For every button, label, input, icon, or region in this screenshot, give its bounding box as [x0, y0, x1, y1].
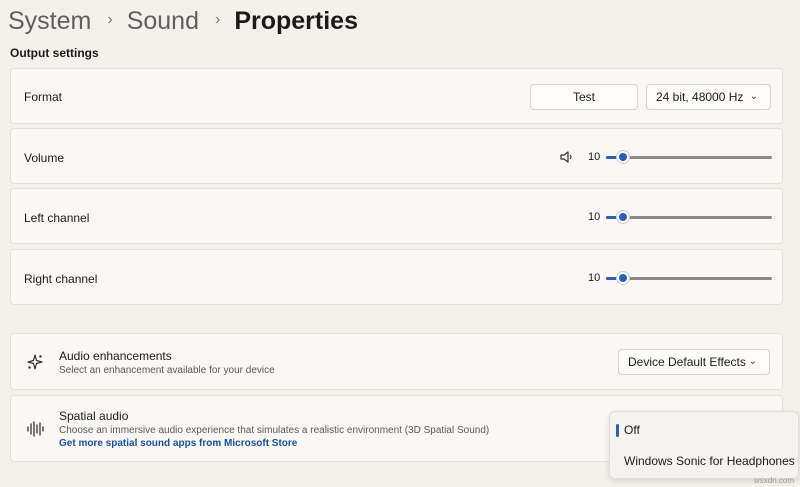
- chevron-right-icon: ›: [107, 11, 113, 28]
- selection-indicator: [616, 424, 619, 437]
- left-channel-slider[interactable]: [606, 210, 772, 224]
- section-title-output-settings: Output settings: [10, 46, 99, 60]
- volume-card: Volume 10: [10, 128, 783, 184]
- audio-enhancements-value: Device Default Effects: [628, 355, 746, 369]
- right-channel-slider-row: 10: [588, 271, 772, 285]
- test-button-label: Test: [572, 90, 595, 104]
- left-channel-card: Left channel 10: [10, 188, 783, 244]
- spatial-option-off-label: Off: [624, 423, 640, 437]
- audio-enhancements-card: Audio enhancements Select an enhancement…: [10, 333, 783, 390]
- spatial-audio-subtitle: Choose an immersive audio experience tha…: [59, 425, 490, 436]
- format-label: Format: [24, 90, 63, 104]
- test-button[interactable]: Test: [530, 84, 638, 110]
- right-channel-card: Right channel 10: [10, 249, 783, 305]
- right-channel-value: 10: [588, 272, 601, 284]
- audio-enhancements-subtitle: Select an enhancement available for your…: [59, 365, 275, 376]
- left-channel-slider-row: 10: [588, 210, 772, 224]
- left-channel-label: Left channel: [24, 211, 90, 225]
- volume-slider-row: 10: [560, 150, 772, 164]
- left-channel-value: 10: [588, 211, 601, 223]
- right-channel-label: Right channel: [24, 272, 98, 286]
- volume-slider[interactable]: [606, 150, 772, 164]
- slider-thumb[interactable]: [617, 151, 629, 163]
- audio-enhancements-title: Audio enhancements: [59, 349, 172, 363]
- format-value: 24 bit, 48000 Hz: [656, 90, 744, 104]
- volume-value: 10: [588, 151, 601, 163]
- spatial-option-off[interactable]: Off: [610, 416, 798, 444]
- page-title: Properties: [234, 6, 358, 35]
- slider-thumb[interactable]: [617, 211, 629, 223]
- sound-wave-icon: [27, 421, 44, 437]
- breadcrumb-sound[interactable]: Sound: [127, 7, 199, 36]
- spatial-audio-title: Spatial audio: [59, 409, 129, 423]
- sparkle-icon: [27, 354, 43, 370]
- chevron-down-icon: ⌄: [748, 356, 757, 367]
- right-channel-slider[interactable]: [606, 271, 772, 285]
- watermark: wsxdn.com: [753, 476, 794, 485]
- chevron-down-icon: ⌄: [749, 91, 758, 102]
- speaker-icon[interactable]: [560, 150, 574, 164]
- format-dropdown[interactable]: 24 bit, 48000 Hz ⌄: [646, 84, 771, 110]
- slider-track: [606, 277, 772, 280]
- microsoft-store-link[interactable]: Get more spatial sound apps from Microso…: [59, 438, 297, 449]
- spatial-audio-dropdown-menu: Off Windows Sonic for Headphones: [609, 411, 799, 479]
- slider-track: [606, 156, 772, 159]
- slider-thumb[interactable]: [617, 272, 629, 284]
- format-card: Format Test 24 bit, 48000 Hz ⌄: [10, 68, 783, 124]
- spatial-option-windows-sonic[interactable]: Windows Sonic for Headphones: [610, 447, 798, 475]
- breadcrumb-system[interactable]: System: [8, 7, 91, 36]
- slider-track: [606, 216, 772, 219]
- audio-enhancements-dropdown[interactable]: Device Default Effects ⌄: [618, 349, 770, 375]
- volume-label: Volume: [24, 151, 65, 165]
- chevron-right-icon: ›: [214, 11, 221, 28]
- spatial-option-windows-sonic-label: Windows Sonic for Headphones: [624, 454, 795, 468]
- breadcrumb: System › Sound › Properties: [8, 4, 358, 38]
